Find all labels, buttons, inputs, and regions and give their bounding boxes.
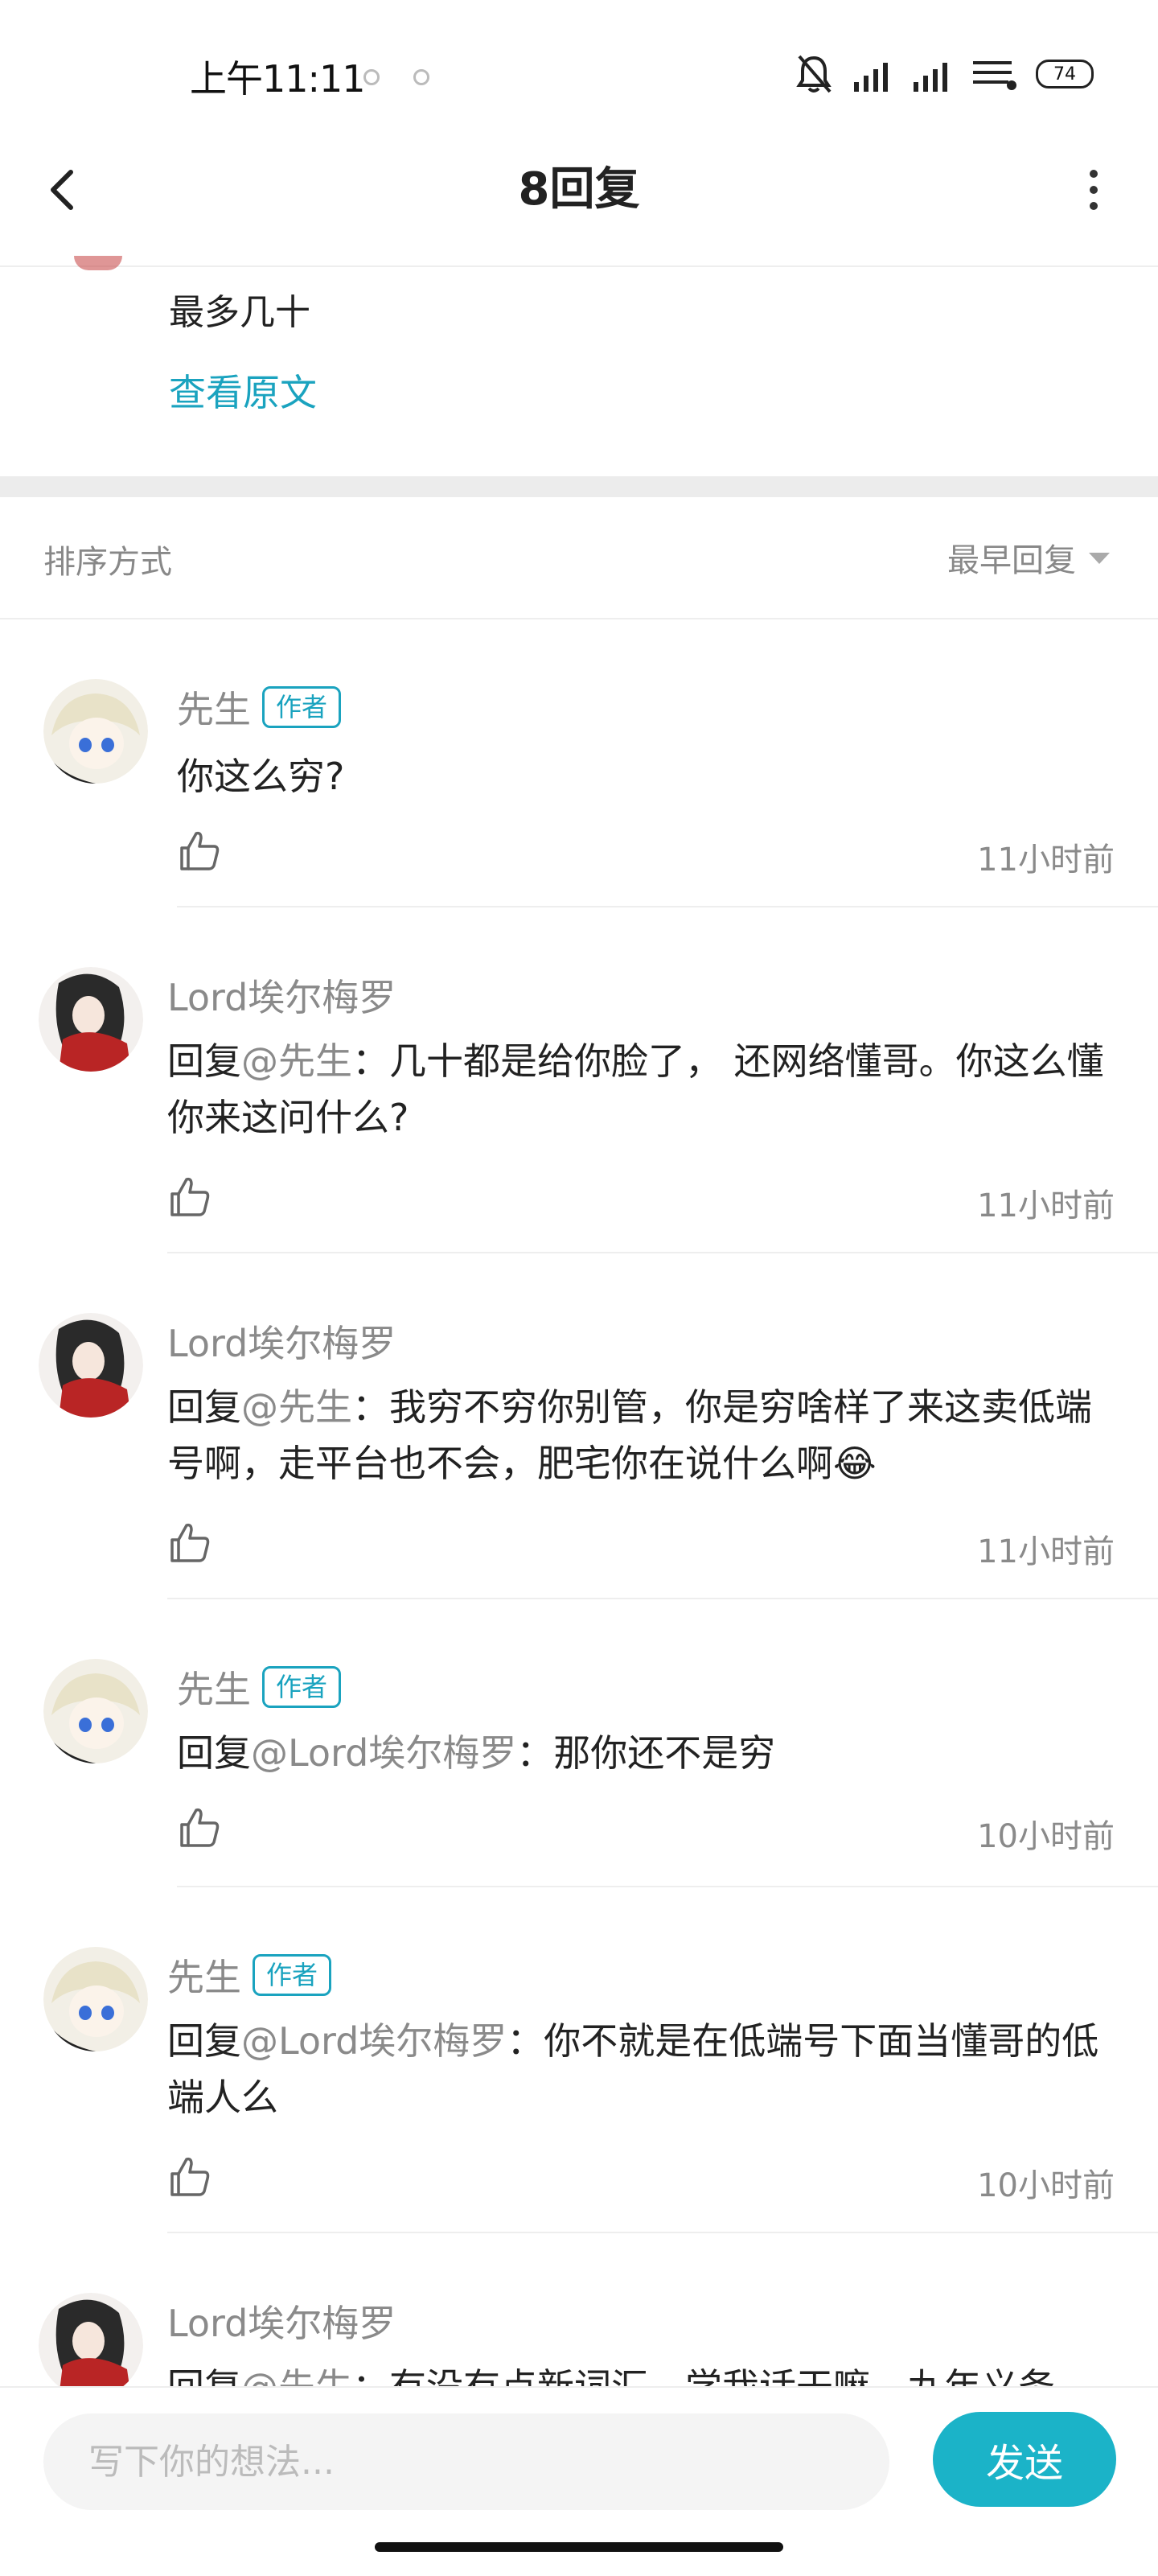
reply-prefix: 回复 xyxy=(167,2019,241,2063)
reply-prefix: 回复 xyxy=(167,1039,241,1083)
header-divider xyxy=(0,265,1158,267)
reply-prefix: 回复 xyxy=(177,1731,251,1775)
sort-dropdown[interactable]: 最早回复 xyxy=(947,534,1111,581)
thumbs-up-icon xyxy=(180,831,220,870)
comment-username-row: Lord埃尔梅罗 xyxy=(167,2294,396,2348)
thumbs-up-icon xyxy=(180,1808,220,1847)
comment-timestamp: 10小时前 xyxy=(977,1818,1115,1855)
avatar[interactable] xyxy=(39,2293,143,2397)
like-button[interactable] xyxy=(177,829,222,874)
thumbs-up-icon xyxy=(170,2157,210,2196)
home-indicator xyxy=(375,2542,783,2552)
notification-dot-icon xyxy=(413,69,429,85)
comment-text: 回复@先生：有没有点新词汇，学我话干嘛，九年义务 xyxy=(167,2359,1118,2386)
avatar-image-icon xyxy=(39,2293,143,2397)
comment-timestamp: 11小时前 xyxy=(977,842,1115,879)
comment-timestamp: 10小时前 xyxy=(977,2167,1115,2204)
view-original-link[interactable]: 查看原文 xyxy=(169,364,317,417)
avatar[interactable] xyxy=(43,1659,148,1763)
sort-selected: 最早回复 xyxy=(947,542,1076,579)
comment-username-row: 先生 作者 xyxy=(177,681,342,734)
more-options-button[interactable] xyxy=(1062,158,1126,222)
more-vertical-icon xyxy=(1090,170,1098,210)
mention-link[interactable]: @Lord埃尔梅罗 xyxy=(241,2019,507,2063)
sort-label: 排序方式 xyxy=(43,544,172,581)
status-bar: 上午11:11 74 xyxy=(0,0,1158,145)
avatar-image-icon xyxy=(39,1313,143,1418)
comment-username[interactable]: Lord埃尔梅罗 xyxy=(167,1315,396,1368)
reply-prefix: 回复 xyxy=(167,2365,241,2386)
battery-level: 74 xyxy=(1053,64,1076,84)
comment-divider xyxy=(167,2232,1158,2233)
avatar[interactable] xyxy=(39,1313,143,1418)
comment-divider xyxy=(177,1886,1158,1887)
avatar[interactable] xyxy=(39,967,143,1072)
sort-divider xyxy=(0,618,1158,619)
comment-username-row: Lord埃尔梅罗 xyxy=(167,1315,396,1368)
mention-link[interactable]: @先生 xyxy=(241,2365,352,2386)
notification-dot-icon xyxy=(363,69,380,85)
mention-link[interactable]: @先生 xyxy=(241,1385,352,1429)
comment-text: 回复@Lord埃尔梅罗：你不就是在低端号下面当懂哥的低端人么 xyxy=(167,2013,1118,2125)
section-separator xyxy=(0,476,1158,497)
author-badge: 作者 xyxy=(253,1954,332,1996)
like-button[interactable] xyxy=(167,1520,212,1566)
avatar-image-icon xyxy=(43,679,148,784)
comment-text: 回复@先生：我穷不穷你别管，你是穷啥样了来这卖低端号啊，走平台也不会，肥宅你在说… xyxy=(167,1379,1118,1492)
comment-username[interactable]: 先生 xyxy=(167,1948,241,2002)
comment-body: ：有没有点新词汇，学我话干嘛，九年义务 xyxy=(352,2365,1055,2386)
caret-down-icon xyxy=(1089,553,1110,564)
signal-icon xyxy=(914,63,947,92)
comment-username[interactable]: 先生 xyxy=(177,681,251,734)
mention-link[interactable]: @先生 xyxy=(241,1039,352,1083)
avatar-image-icon xyxy=(39,967,143,1072)
like-button[interactable] xyxy=(177,1805,222,1850)
battery-icon: 74 xyxy=(1036,60,1094,88)
status-time: 上午11:11 xyxy=(190,57,366,101)
signal-icon xyxy=(854,63,888,92)
comment-username-row: Lord埃尔梅罗 xyxy=(167,969,396,1022)
original-post-text: 最多几十 xyxy=(169,292,310,333)
comment-body: 你这么穷? xyxy=(177,755,345,798)
comment-username[interactable]: 先生 xyxy=(177,1660,251,1714)
comment-text: 你这么穷? xyxy=(177,748,1118,804)
page-title: 8回复 xyxy=(518,163,640,216)
comment-input[interactable] xyxy=(43,2413,889,2510)
comment-divider xyxy=(167,1252,1158,1253)
wifi-icon xyxy=(973,61,1016,90)
reply-prefix: 回复 xyxy=(167,1385,241,1429)
avatar[interactable] xyxy=(43,1947,148,2051)
comment-timestamp: 11小时前 xyxy=(977,1187,1115,1224)
comment-username[interactable]: Lord埃尔梅罗 xyxy=(167,2294,396,2348)
comment-text: 回复@先生：几十都是给你脸了， 还网络懂哥。你这么懂你来这问什么? xyxy=(167,1033,1118,1146)
avatar-partial xyxy=(74,256,122,270)
like-button[interactable] xyxy=(167,2154,212,2199)
send-button[interactable]: 发送 xyxy=(933,2412,1116,2507)
comment-username-row: 先生 作者 xyxy=(177,1660,342,1714)
comment-username-row: 先生 作者 xyxy=(167,1948,332,2002)
thumbs-up-icon xyxy=(170,1177,210,1216)
like-button[interactable] xyxy=(167,1175,212,1220)
avatar[interactable] xyxy=(43,679,148,784)
comment-divider xyxy=(177,906,1158,907)
comment-body: ：那你还不是穷 xyxy=(516,1731,776,1775)
status-icons: 74 xyxy=(795,50,1094,98)
author-badge: 作者 xyxy=(262,1666,342,1708)
avatar-image-icon xyxy=(43,1659,148,1763)
comment-timestamp: 11小时前 xyxy=(977,1533,1115,1570)
comment-divider xyxy=(167,1598,1158,1599)
comment-username[interactable]: Lord埃尔梅罗 xyxy=(167,969,396,1022)
author-badge: 作者 xyxy=(262,686,342,728)
mention-link[interactable]: @Lord埃尔梅罗 xyxy=(251,1731,516,1775)
comment-text: 回复@Lord埃尔梅罗：那你还不是穷 xyxy=(177,1725,1118,1781)
thumbs-up-icon xyxy=(170,1523,210,1562)
avatar-image-icon xyxy=(43,1947,148,2051)
mute-bell-icon xyxy=(796,55,832,93)
